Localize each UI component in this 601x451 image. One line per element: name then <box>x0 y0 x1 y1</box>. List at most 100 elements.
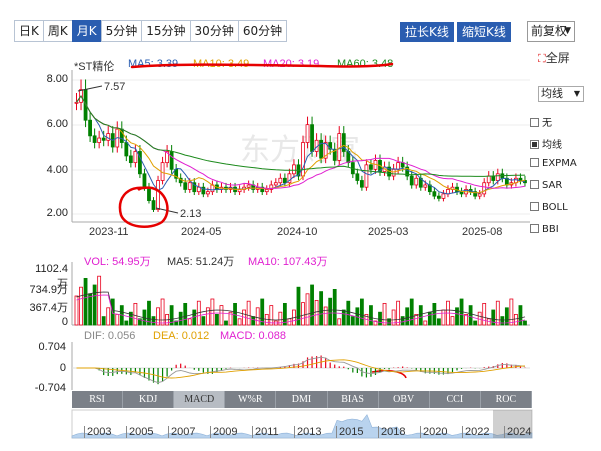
macd-axis-label: -0.704 <box>34 382 66 394</box>
indicator-select[interactable]: 均线 ▼ <box>538 86 584 102</box>
indicator-select-label: 均线 <box>541 87 563 100</box>
volume-bar <box>423 320 428 326</box>
volume-bar <box>359 298 364 326</box>
candle-body <box>282 177 287 184</box>
candle-body <box>97 137 102 143</box>
candle-body <box>278 177 283 184</box>
checkbox[interactable] <box>530 223 539 233</box>
volume-bar <box>409 298 414 326</box>
tab-bias[interactable]: BIAS <box>328 391 379 408</box>
volume-bar <box>178 311 183 326</box>
vol-ma10: MA10: 107.43万 <box>248 256 328 268</box>
vol-axis-label: 734.9万 <box>29 284 68 296</box>
candle-body <box>305 124 310 143</box>
volume-bar <box>282 302 287 326</box>
volume-bar <box>224 320 228 326</box>
volume-bar <box>436 318 441 326</box>
volume-bar <box>88 293 92 326</box>
tab-roc[interactable]: ROC <box>481 391 532 408</box>
indicator-option-label: 无 <box>542 118 552 129</box>
volume-bar <box>514 313 518 326</box>
volume-bar <box>468 305 473 326</box>
volume-bar <box>350 316 355 326</box>
indicator-option-3[interactable]: SAR <box>530 179 563 191</box>
checkbox[interactable] <box>530 117 539 127</box>
volume-bar <box>509 298 514 326</box>
checkbox[interactable] <box>530 201 539 211</box>
annotation-underline <box>130 62 394 69</box>
volume-bar <box>332 288 337 326</box>
chevron-down-icon: ▼ <box>573 89 580 98</box>
candle-body <box>156 180 160 210</box>
volume-bar <box>233 302 237 326</box>
volume-bar <box>151 316 156 326</box>
tab-cci[interactable]: CCI <box>430 391 481 408</box>
indicator-option-label: SAR <box>542 180 563 191</box>
timeline-year-label: 2011 <box>252 426 279 438</box>
tab-obv[interactable]: OBV <box>379 391 430 408</box>
indicator-option-1[interactable]: 均线 <box>530 136 562 151</box>
candle-body <box>432 191 437 197</box>
timeline-year-label: 2018 <box>378 426 405 438</box>
volume-bar <box>382 302 387 326</box>
timeline-year-label: 2003 <box>84 426 111 438</box>
volume-bar <box>482 302 487 326</box>
macd-value: MACD: 0.088 <box>220 330 287 342</box>
candle-body <box>391 168 396 177</box>
candle-body <box>187 182 192 190</box>
candle-body <box>101 137 106 141</box>
indicator-option-5[interactable]: BBI <box>530 223 559 235</box>
tab-rsi[interactable]: RSI <box>72 391 124 408</box>
annotation-circle <box>118 186 169 228</box>
indicator-option-0[interactable]: 无 <box>530 114 552 129</box>
candle-body <box>246 184 251 188</box>
indicator-option-2[interactable]: EXPMA <box>530 157 577 169</box>
volume-bar <box>201 316 206 326</box>
volume-bar <box>187 318 192 326</box>
candle-body <box>128 155 133 164</box>
checkbox[interactable] <box>530 139 539 149</box>
macd-histogram <box>76 355 526 385</box>
candle-body <box>441 193 446 199</box>
volume-bar <box>219 305 224 326</box>
tab-dmi[interactable]: DMI <box>276 391 328 408</box>
volume-bar <box>305 293 310 326</box>
volume-bar <box>183 302 188 326</box>
volume-bar <box>101 316 106 326</box>
timeline-year-label: 2020 <box>420 426 447 438</box>
candle-body <box>151 200 156 210</box>
volume-bar <box>160 298 165 326</box>
indicator-option-label: EXPMA <box>542 158 577 169</box>
volume-bar <box>396 300 401 326</box>
tab-kdj[interactable]: KDJ <box>123 391 175 408</box>
timeline-year-label: 2015 <box>336 426 363 438</box>
volume-bar <box>106 307 111 326</box>
candle-body <box>264 189 269 193</box>
volume-bar <box>314 299 319 326</box>
dif-value: DIF: 0.056 <box>84 330 136 342</box>
candle-body <box>92 135 97 143</box>
checkbox[interactable] <box>530 157 539 167</box>
tab-macd[interactable]: MACD <box>174 391 226 408</box>
volume-bar <box>310 284 314 326</box>
volume-bar <box>500 316 505 326</box>
tab-wr[interactable]: W%R <box>225 391 277 408</box>
volume-bar <box>301 302 305 326</box>
volume-bars <box>74 275 527 326</box>
timeline-year-label: 2024 <box>504 426 531 438</box>
candle-body <box>88 119 92 137</box>
macd-axis-label: 0.704 <box>38 341 66 353</box>
indicator-option-4[interactable]: BOLL <box>530 201 568 213</box>
candle-body <box>396 162 401 170</box>
chart-canvas: 东方财富 7.57 2.13 <box>71 62 533 439</box>
candle-body <box>301 142 305 177</box>
volume-bar <box>319 291 324 326</box>
volume-bar <box>133 302 138 326</box>
volume-bar <box>74 295 79 326</box>
checkbox[interactable] <box>530 179 539 189</box>
volume-bar <box>251 316 256 326</box>
candle-body <box>491 175 496 181</box>
volume-bar <box>92 284 97 326</box>
candle-body <box>133 151 138 164</box>
candle-body <box>436 195 441 199</box>
